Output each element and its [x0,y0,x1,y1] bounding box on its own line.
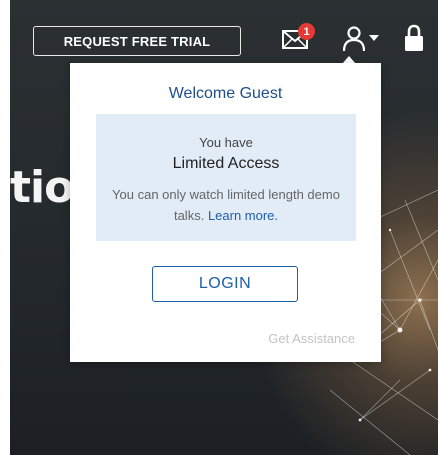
notification-badge: 1 [298,23,315,40]
welcome-heading: Welcome Guest [168,85,283,102]
user-dropdown-menu: Welcome Guest You have Limited Access Yo… [70,63,381,362]
hero-title-fragment: tio [10,162,74,213]
user-icon[interactable] [343,26,365,52]
get-assistance-link[interactable]: Get Assistance [268,331,355,346]
access-level-text: Limited Access [172,155,280,172]
access-info-box: You have Limited Access You can only wat… [96,114,356,241]
learn-more-link[interactable]: Learn more. [208,208,278,223]
access-intro-text: You have [199,135,253,150]
lock-icon[interactable] [403,24,425,52]
access-note: You can only watch limited length demo t… [106,184,346,226]
chevron-down-icon[interactable] [369,35,379,43]
login-button[interactable]: LOGIN [152,266,298,302]
request-free-trial-button[interactable]: REQUEST FREE TRIAL [33,26,241,56]
